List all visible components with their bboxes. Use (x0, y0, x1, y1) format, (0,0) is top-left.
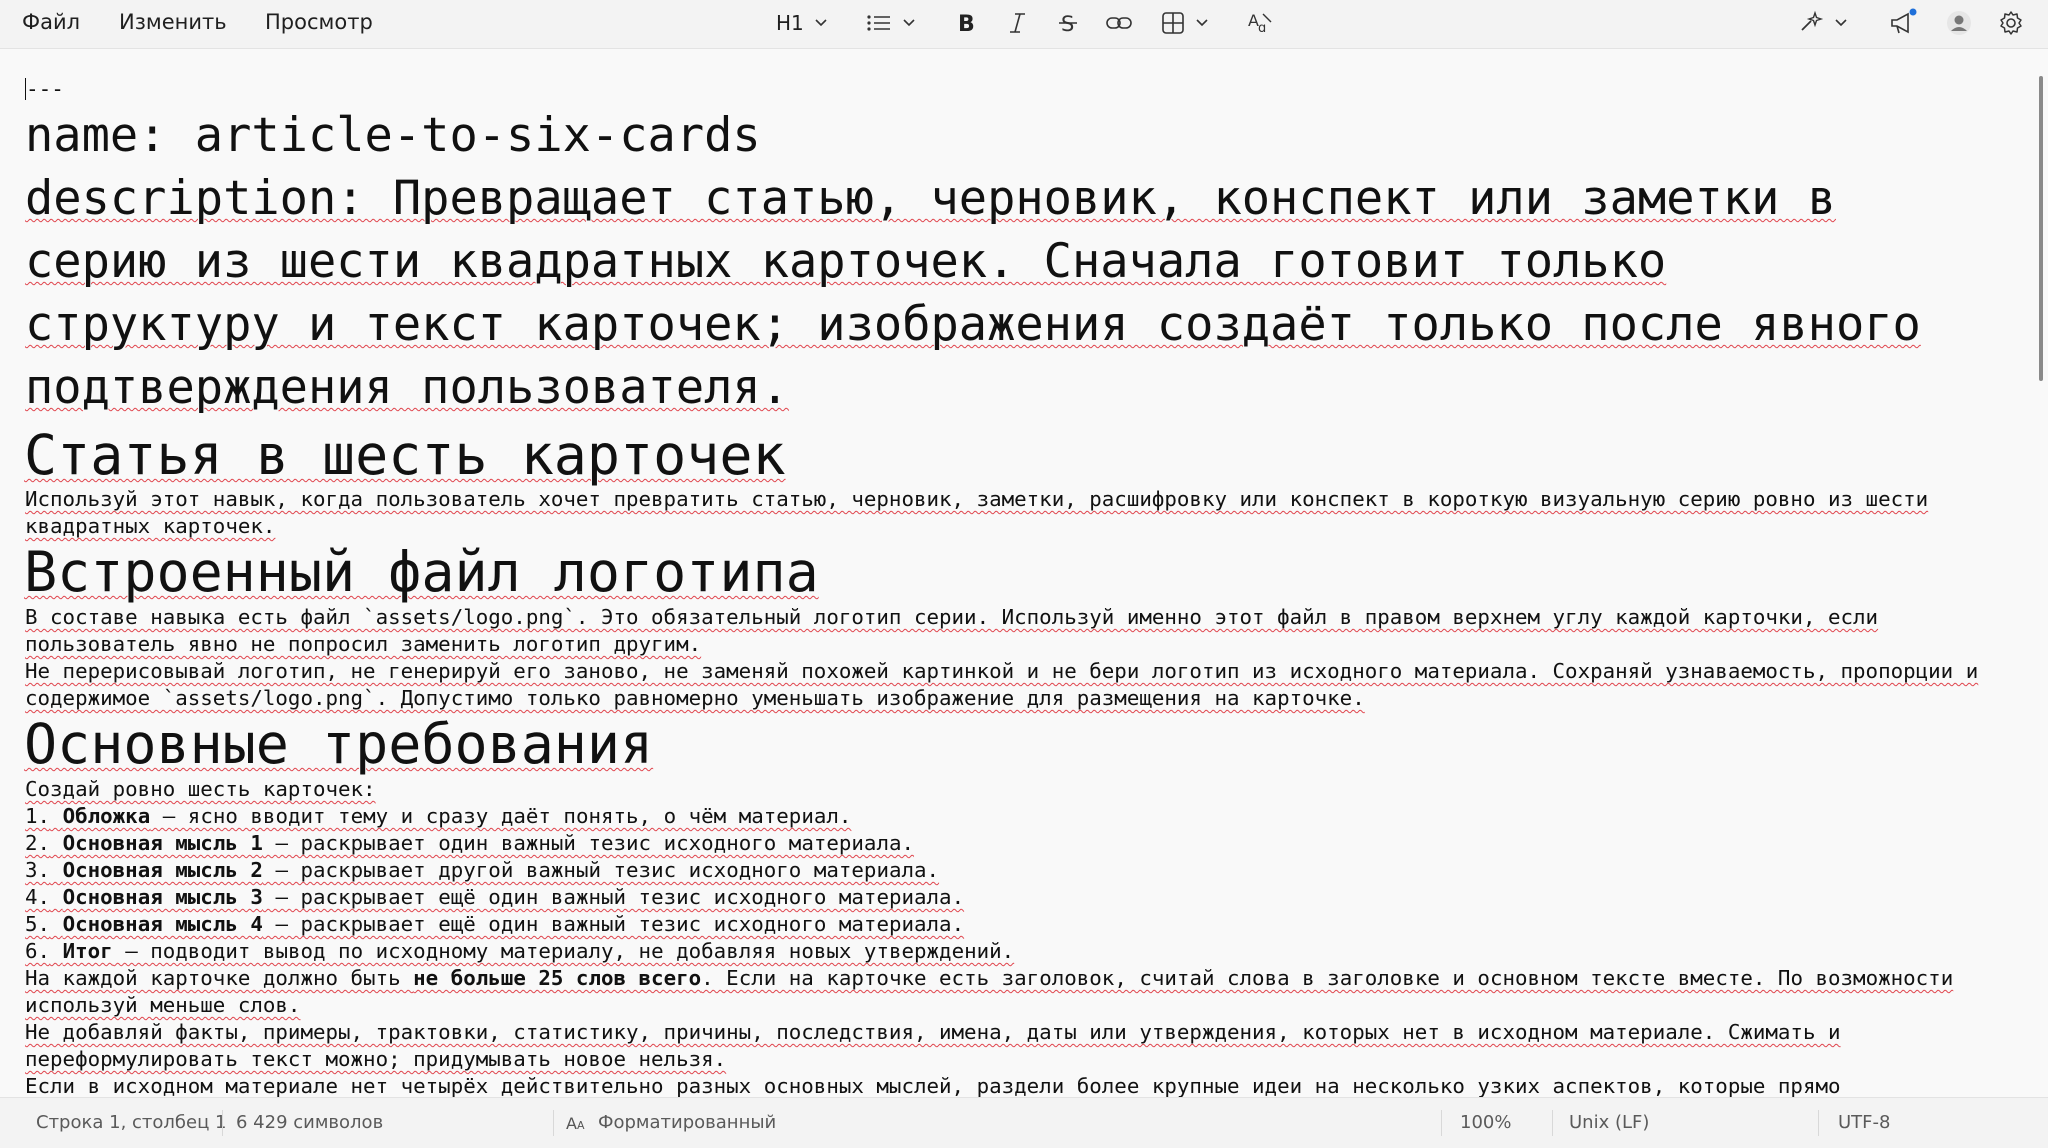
svg-text:B: B (958, 12, 975, 35)
chevron-down-icon (815, 19, 827, 27)
divider (1552, 1110, 1553, 1136)
strikethrough-icon: S (1059, 12, 1077, 35)
chevron-down-icon (1196, 19, 1208, 27)
menu-file[interactable]: Файл (22, 10, 80, 34)
list-item: 5. Основная мысль 4 — раскрывает ещё оди… (25, 912, 965, 936)
list-icon (867, 15, 890, 31)
announcements-button[interactable] (1888, 8, 1918, 38)
heading-level: H1 (776, 11, 804, 35)
paragraph-word-limit: На каждой карточке должно быть не больше… (25, 966, 1954, 990)
paragraph-intro-line: Используй этот навык, когда пользователь… (25, 487, 1929, 511)
list-item: 2. Основная мысль 1 — раскрывает один ва… (25, 831, 915, 855)
line-ending[interactable]: Unix (LF) (1569, 1112, 1649, 1133)
strikethrough-button[interactable]: S (1057, 8, 1079, 38)
settings-button[interactable] (1998, 8, 2024, 38)
paragraph-word-limit-line: используй меньше слов. (25, 993, 301, 1017)
svg-text:A: A (566, 1114, 577, 1133)
account-button[interactable] (1946, 8, 1972, 38)
list-item: 3. Основная мысль 2 — раскрывает другой … (25, 858, 940, 882)
bold-button[interactable]: B (955, 8, 977, 38)
table-icon (1162, 12, 1184, 34)
clear-format-button[interactable]: A ɑ (1247, 8, 1273, 38)
menu-view[interactable]: Просмотр (265, 10, 373, 34)
copilot-dropdown[interactable] (1798, 8, 1848, 38)
paragraph-logo-line: Не перерисовывай логотип, не генерируй е… (25, 659, 1979, 683)
scrollbar-thumb[interactable] (2039, 76, 2043, 381)
table-dropdown[interactable] (1161, 8, 1209, 38)
paragraph-logo-line: В составе навыка есть файл `assets/logo.… (25, 605, 1879, 629)
link-button[interactable] (1105, 8, 1133, 38)
heading-dropdown[interactable]: H1 (776, 8, 828, 38)
frontmatter-name: name: article-to-six-cards (25, 108, 761, 163)
chevron-down-icon (1835, 19, 1847, 27)
italic-icon (1010, 13, 1025, 33)
frontmatter-description-line: серию из шести квадратных карточек. Снач… (25, 234, 1667, 289)
format-icon: A A (566, 1114, 585, 1133)
list-item: 6. Итог — подводит вывод по исходному ма… (25, 939, 1015, 963)
megaphone-icon (1891, 8, 1917, 34)
toolbar: Файл Изменить Просмотр H1 B S A ɑ (0, 0, 2048, 49)
paragraph-logo-line: пользователь явно не попросил заменить л… (25, 632, 702, 656)
gear-icon (2000, 11, 2022, 35)
copilot-icon (1801, 10, 1824, 31)
character-count: 6 429 символов (236, 1112, 384, 1133)
paragraph-facts-line: Не добавляй факты, примеры, трактовки, с… (25, 1020, 1841, 1044)
heading-title: Статья в шесть карточек (24, 423, 786, 487)
chevron-down-icon (903, 19, 915, 27)
cursor-position: Строка 1, столбец 1 (36, 1112, 227, 1133)
svg-text:ɑ: ɑ (1258, 21, 1266, 36)
menu-edit[interactable]: Изменить (119, 10, 227, 34)
svg-text:A: A (577, 1119, 585, 1132)
encoding[interactable]: UTF-8 (1838, 1112, 1890, 1133)
clear-format-icon: A ɑ (1248, 11, 1272, 36)
frontmatter-delimiter: --- (25, 77, 64, 101)
list-item: 1. Обложка — ясно вводит тему и сразу да… (25, 804, 852, 828)
heading-requirements: Основные требования (24, 712, 654, 776)
frontmatter-description-line: подтверждения пользователя. (25, 360, 790, 415)
frontmatter-description-line: description: Превращает статью, черновик… (25, 171, 1836, 226)
format-mode-button[interactable]: A A Форматированный (566, 1112, 776, 1133)
avatar-icon (1947, 11, 1971, 35)
document-editor[interactable]: --- name: article-to-six-cards descripti… (0, 49, 2034, 1097)
paragraph-intro-line: квадратных карточек. (25, 514, 276, 538)
vertical-scrollbar[interactable] (2034, 49, 2048, 1097)
divider (222, 1110, 223, 1136)
zoom-level[interactable]: 100% (1460, 1112, 1511, 1133)
bold-icon: B (958, 12, 975, 35)
divider (1441, 1110, 1442, 1136)
paragraph-last-line: Если в исходном материале нет четырёх де… (25, 1074, 1841, 1097)
link-icon (1106, 17, 1132, 29)
divider (553, 1110, 554, 1136)
format-mode: Форматированный (598, 1112, 777, 1133)
list-item: 4. Основная мысль 3 — раскрывает ещё оди… (25, 885, 965, 909)
italic-button[interactable] (1006, 8, 1028, 38)
paragraph-requirements-intro: Создай ровно шесть карточек: (25, 777, 376, 801)
frontmatter-description-line: структуру и текст карточек; изображения … (25, 297, 1921, 352)
status-bar: Строка 1, столбец 1 6 429 символов A A Ф… (0, 1097, 2048, 1148)
divider (1818, 1110, 1819, 1136)
paragraph-logo-line: содержимое `assets/logo.png`. Допустимо … (25, 686, 1365, 710)
paragraph-facts-line: переформулировать текст можно; придумыва… (25, 1047, 727, 1071)
list-dropdown[interactable] (866, 8, 916, 38)
heading-logo: Встроенный файл логотипа (24, 540, 819, 604)
